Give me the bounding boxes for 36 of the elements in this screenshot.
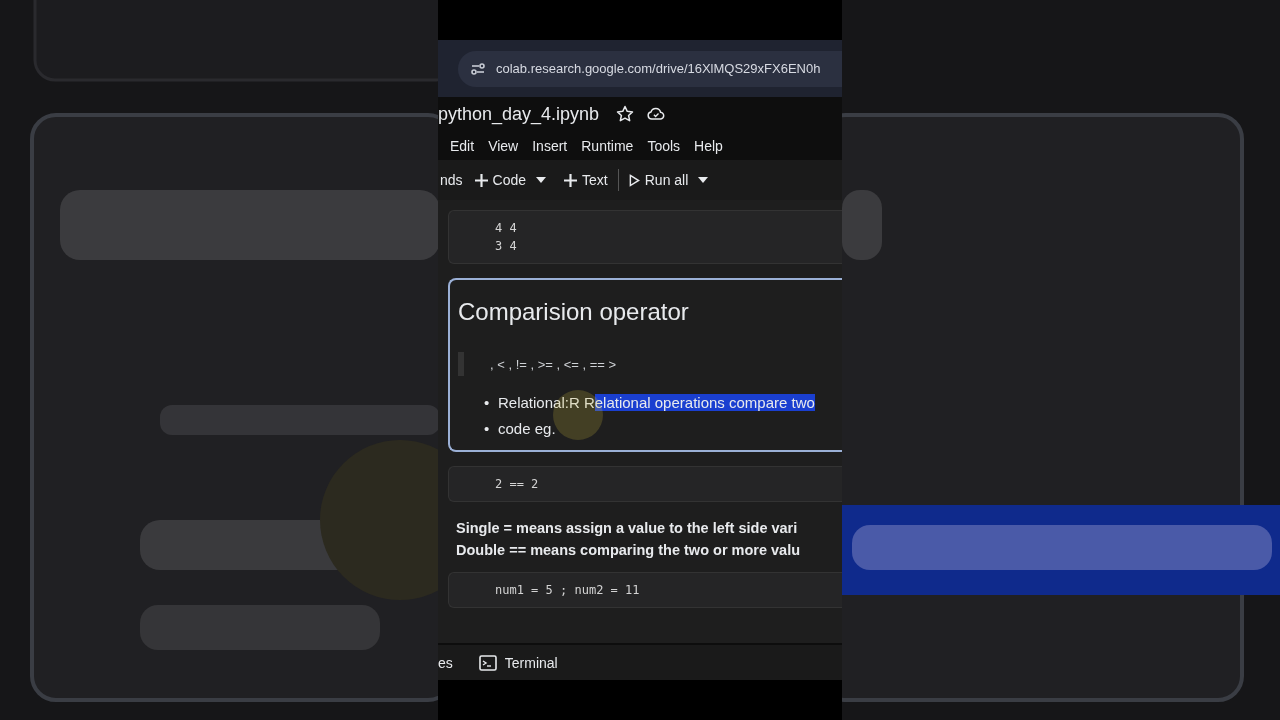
menu-item[interactable]: Runtime: [581, 137, 634, 154]
files-tab[interactable]: es: [438, 654, 453, 671]
text-line: Double == means comparing the two or more valu: [456, 542, 802, 558]
menu-item[interactable]: View: [488, 137, 519, 154]
menu-item[interactable]: Insert: [532, 137, 568, 154]
cell-heading: Comparision operator: [458, 298, 690, 326]
code-cell[interactable]: 2 == 2: [448, 466, 842, 502]
run-all-button[interactable]: Run all: [626, 172, 691, 188]
caret-icon[interactable]: [536, 177, 547, 183]
add-code-button[interactable]: Code: [472, 172, 529, 188]
output-text: 3 4: [495, 238, 518, 255]
commands-button[interactable]: nds: [438, 172, 465, 188]
output-text: 4 4: [495, 220, 518, 237]
star-icon[interactable]: [615, 104, 636, 124]
plus-icon: [564, 173, 578, 187]
bullet-marker: •: [484, 393, 491, 413]
menu-item[interactable]: Help: [694, 137, 723, 154]
play-icon: [628, 173, 640, 187]
site-settings-icon[interactable]: [470, 60, 486, 77]
address-bar[interactable]: colab.research.google.com/drive/16XlMQS29xFX6EN0h: [458, 50, 842, 87]
plus-icon: [474, 173, 488, 187]
code-line: num1 = 5 ; num2 = 11: [495, 582, 641, 599]
text-line: Single = means assign a value to the left side vari: [456, 520, 799, 536]
code-line: 2 == 2: [495, 476, 540, 493]
code-cell[interactable]: num1 = 5 ; num2 = 11: [448, 572, 842, 608]
terminal-tab[interactable]: Terminal: [478, 654, 558, 671]
menu-item[interactable]: Tools: [647, 137, 681, 154]
bullet-text: Relational:R Relational operations compare two: [498, 394, 815, 411]
text-cell[interactable]: Comparision operator , < , != , >= , <= , == > • Relational:R Relational operations compare two • code eg.: [448, 278, 842, 452]
menu-item[interactable]: Edit: [450, 137, 475, 154]
add-text-button[interactable]: Text: [562, 172, 610, 188]
bullet-text: code eg.: [498, 420, 556, 437]
terminal-icon: [478, 654, 497, 671]
quote-text: , < , != , >= , <= , == >: [490, 356, 617, 372]
bullet-marker: •: [484, 419, 491, 439]
caret-icon[interactable]: [698, 177, 709, 183]
